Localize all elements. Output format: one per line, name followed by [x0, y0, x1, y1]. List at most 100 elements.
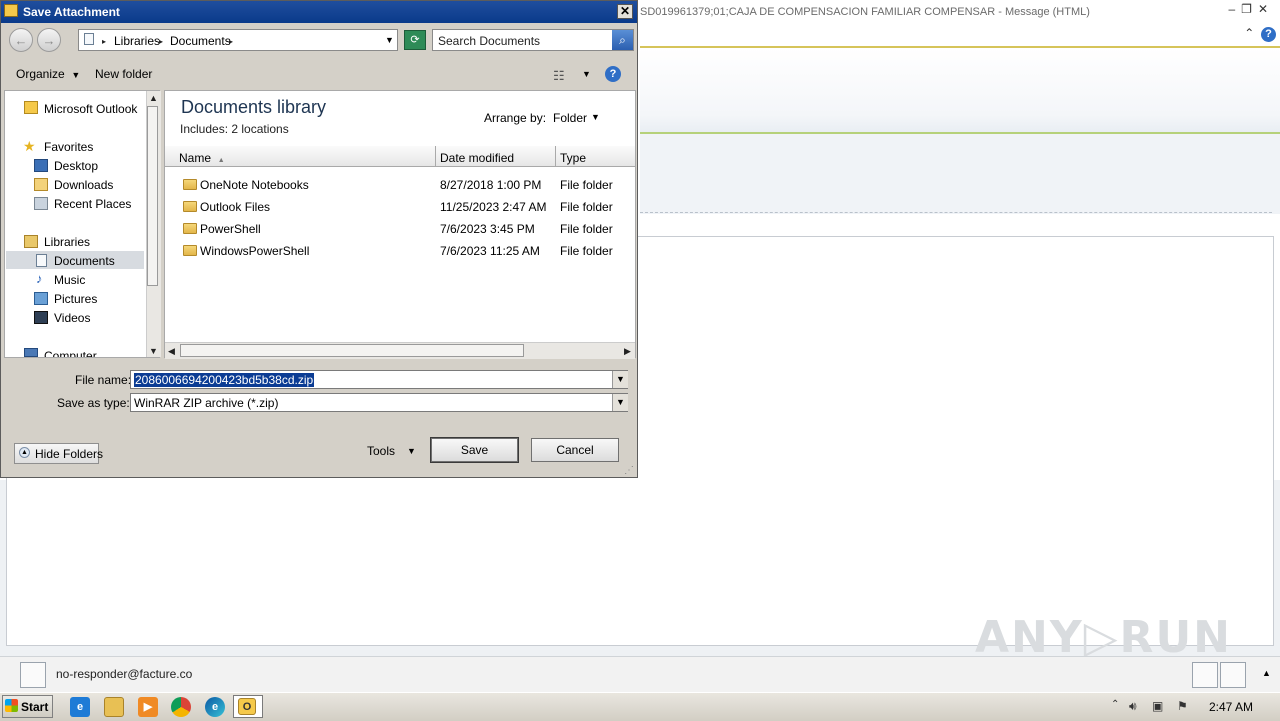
nav-pane-scroll-thumb[interactable]: [147, 106, 158, 286]
help-button[interactable]: ?: [605, 66, 621, 82]
sender-avatar[interactable]: [20, 662, 46, 688]
library-locations-link[interactable]: Includes: 2 locations: [180, 122, 289, 136]
scroll-down-arrow-icon[interactable]: ▼: [149, 346, 158, 356]
breadcrumb-arrow-icon[interactable]: ▸: [159, 37, 163, 46]
file-date: 8/27/2018 1:00 PM: [440, 178, 542, 192]
volume-icon[interactable]: 🔊︎: [1129, 699, 1137, 714]
computer-icon: [24, 348, 38, 357]
file-name: WindowsPowerShell: [200, 244, 310, 258]
videos-icon: [34, 311, 48, 324]
action-center-flag-icon[interactable]: ⚑: [1177, 699, 1188, 713]
arrange-by-dropdown[interactable]: Folder: [553, 111, 587, 125]
contact-avatar[interactable]: [1192, 662, 1218, 688]
library-icon: [84, 33, 94, 45]
outlook-icon: [4, 4, 18, 17]
view-dropdown-icon[interactable]: ▼: [582, 69, 591, 79]
arrange-dropdown-arrow-icon[interactable]: ▼: [591, 112, 600, 122]
view-options-icon[interactable]: ☷: [553, 68, 565, 84]
media-player-icon[interactable]: ▶: [138, 697, 158, 717]
column-divider[interactable]: [435, 146, 436, 166]
breadcrumb-arrow-icon[interactable]: ▸: [102, 37, 106, 46]
file-name: PowerShell: [200, 222, 261, 236]
minimize-icon[interactable]: –: [1228, 2, 1241, 16]
internet-explorer-icon[interactable]: e: [70, 697, 90, 717]
edge-icon[interactable]: e: [205, 697, 225, 717]
file-type: File folder: [560, 222, 613, 236]
outlook-icon: O: [238, 698, 256, 715]
close-button[interactable]: ✕: [617, 4, 633, 19]
dropdown-arrow-icon: ▼: [71, 70, 81, 80]
search-button[interactable]: ⌕: [612, 30, 633, 50]
file-type: File folder: [560, 178, 613, 192]
desktop-icon: [34, 159, 48, 172]
new-folder-button[interactable]: New folder: [95, 67, 152, 81]
nav-item-music[interactable]: Music: [54, 273, 85, 287]
folder-icon: [183, 245, 197, 256]
network-icon[interactable]: ▣: [1152, 699, 1163, 713]
address-history-dropdown-icon[interactable]: ▼: [385, 35, 394, 45]
message-header: [640, 134, 1280, 214]
restore-icon[interactable]: ❐: [1241, 2, 1258, 16]
outlook-ribbon-tabs: [640, 26, 1280, 48]
file-date: 7/6/2023 3:45 PM: [440, 222, 535, 236]
nav-item-documents[interactable]: Documents: [54, 254, 115, 268]
scroll-left-arrow-icon[interactable]: ◀: [168, 346, 175, 357]
folder-icon: [183, 179, 197, 190]
contact-avatar[interactable]: [1220, 662, 1246, 688]
breadcrumb-documents[interactable]: Documents: [170, 34, 231, 48]
nav-item-recent-places[interactable]: Recent Places: [54, 197, 131, 211]
search-placeholder: Search Documents: [438, 34, 541, 48]
nav-item-libraries[interactable]: Libraries: [44, 235, 90, 249]
breadcrumb-arrow-icon[interactable]: ▸: [229, 37, 233, 46]
taskbar: [0, 692, 1280, 721]
sort-ascending-icon: ▲: [217, 157, 225, 164]
file-name-value[interactable]: 2086006694200423bd5b38cd.zip: [134, 373, 315, 387]
file-explorer-icon[interactable]: [104, 697, 124, 717]
file-name-dropdown-icon[interactable]: ▼: [612, 371, 628, 388]
back-arrow-icon: ←: [14, 33, 28, 48]
help-icon[interactable]: ?: [1261, 27, 1276, 42]
nav-item-desktop[interactable]: Desktop: [54, 159, 98, 173]
outlook-window-title: SD019961379;01;CAJA DE COMPENSACION FAMI…: [640, 6, 1090, 18]
nav-item-favorites[interactable]: Favorites: [44, 140, 93, 154]
refresh-button[interactable]: ⟳: [404, 30, 426, 50]
nav-item-pictures[interactable]: Pictures: [54, 292, 97, 306]
column-header-name[interactable]: Name ▲: [179, 151, 225, 165]
clock[interactable]: 2:47 AM: [1209, 700, 1253, 714]
resize-grip-icon[interactable]: ⋰: [624, 465, 634, 476]
save-button[interactable]: Save: [430, 437, 519, 463]
documents-icon: [36, 254, 47, 267]
column-header-date-modified[interactable]: Date modified: [440, 151, 514, 165]
organize-button[interactable]: Organize ▼: [16, 67, 80, 81]
collapse-ribbon-icon[interactable]: ⌃: [1244, 26, 1254, 40]
file-name-label: File name:: [75, 373, 132, 387]
nav-item-downloads[interactable]: Downloads: [54, 178, 113, 192]
save-as-type-value: WinRAR ZIP archive (*.zip): [134, 396, 279, 410]
horizontal-scroll-thumb[interactable]: [180, 344, 524, 357]
column-header-type[interactable]: Type: [560, 151, 586, 165]
nav-item-microsoft-outlook[interactable]: Microsoft Outlook: [44, 102, 137, 116]
nav-item-computer[interactable]: Computer: [44, 349, 97, 357]
back-button[interactable]: ←: [9, 28, 33, 52]
cancel-button[interactable]: Cancel: [531, 438, 619, 462]
arrange-by-label: Arrange by:: [484, 111, 547, 125]
breadcrumb-libraries[interactable]: Libraries: [114, 34, 160, 48]
folder-icon: [183, 201, 197, 212]
pictures-icon: [34, 292, 48, 305]
file-name: Outlook Files: [200, 200, 271, 214]
column-divider[interactable]: [555, 146, 556, 166]
show-hidden-icons-icon[interactable]: ⌃: [1111, 699, 1119, 710]
close-icon[interactable]: ✕: [1258, 2, 1274, 16]
save-as-type-dropdown-icon[interactable]: ▼: [612, 394, 628, 411]
tools-button[interactable]: Tools: [367, 444, 395, 458]
scroll-right-arrow-icon[interactable]: ▶: [624, 346, 631, 357]
chrome-icon[interactable]: [171, 697, 191, 717]
library-title: Documents library: [181, 97, 327, 117]
dialog-title: Save Attachment: [23, 5, 120, 19]
tools-dropdown-icon[interactable]: ▼: [407, 446, 416, 456]
sender-email[interactable]: no-responder@facture.co: [56, 667, 192, 681]
nav-item-videos[interactable]: Videos: [54, 311, 90, 325]
people-pane-toggle-icon[interactable]: ▲: [1262, 668, 1271, 678]
scroll-up-arrow-icon[interactable]: ▲: [149, 93, 158, 103]
forward-button[interactable]: →: [37, 28, 61, 52]
